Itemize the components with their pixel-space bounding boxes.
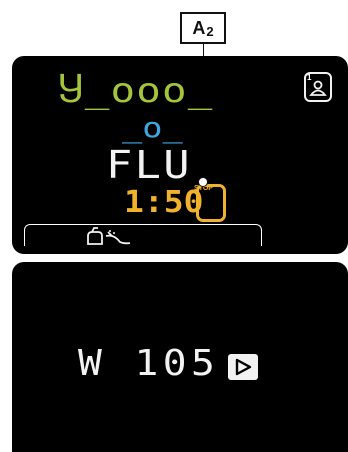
- mode-text: FLU: [106, 143, 192, 187]
- hand-spray-icon: [87, 227, 131, 245]
- callout-label: A2: [180, 12, 226, 44]
- footer-icon-group: [84, 224, 134, 252]
- play-button[interactable]: [228, 354, 258, 380]
- footer-frame: [24, 224, 262, 246]
- time-readout: 1:50: [124, 185, 204, 220]
- callout-letter: A: [192, 17, 206, 38]
- user-number: 1: [307, 73, 312, 82]
- level-indicator: _o_: [122, 111, 183, 144]
- callout-number: 2: [206, 23, 214, 39]
- play-icon: [235, 358, 252, 376]
- program-indicator: Ⴘ_ooo_: [58, 71, 214, 111]
- program-code: W 105: [78, 343, 220, 384]
- callout-pointer-dot: [198, 177, 208, 187]
